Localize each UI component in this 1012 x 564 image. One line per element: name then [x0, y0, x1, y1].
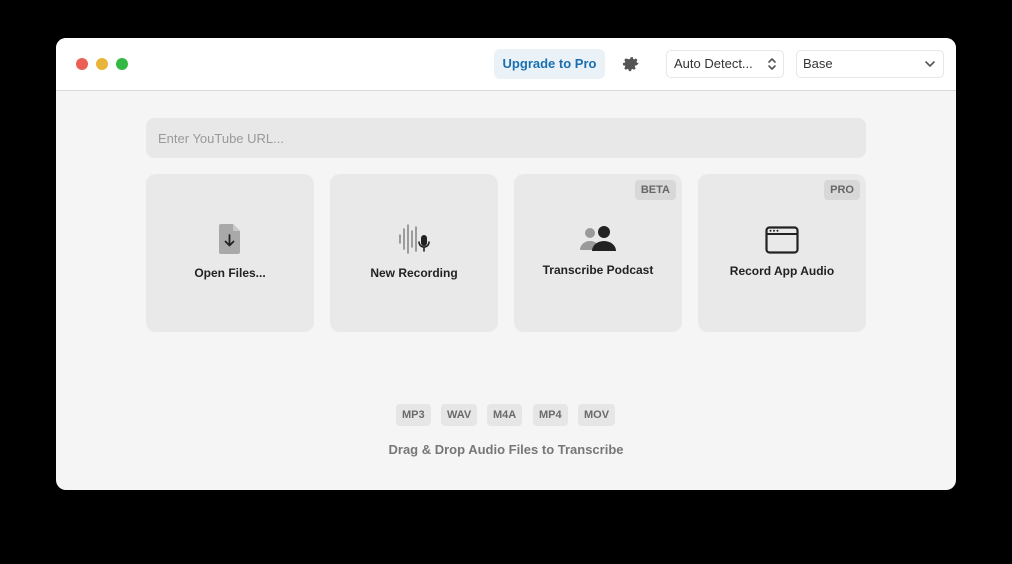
- record-app-audio-button[interactable]: PRO Record App Audio: [698, 174, 866, 332]
- app-window: Upgrade to Pro Auto Detect... Base Open …: [56, 38, 956, 490]
- language-select[interactable]: Auto Detect...: [666, 50, 784, 78]
- drop-zone-hint: Drag & Drop Audio Files to Transcribe: [388, 442, 624, 457]
- people-icon: [580, 226, 616, 251]
- format-badge: MOV: [578, 404, 616, 426]
- format-badge: MP3: [396, 404, 431, 426]
- upgrade-to-pro-button[interactable]: Upgrade to Pro: [494, 49, 605, 79]
- waveform-microphone-icon: [399, 224, 430, 254]
- format-badge: WAV: [441, 404, 478, 426]
- document-download-icon: [219, 224, 240, 254]
- title-bar: Upgrade to Pro Auto Detect... Base: [56, 38, 956, 91]
- zoom-window-button[interactable]: [116, 58, 128, 70]
- format-badge: MP4: [533, 404, 568, 426]
- model-value: Base: [803, 56, 833, 71]
- new-recording-button[interactable]: New Recording: [330, 174, 498, 332]
- beta-badge: BETA: [634, 180, 676, 200]
- record-app-audio-label: Record App Audio: [729, 264, 835, 278]
- open-files-label: Open Files...: [194, 266, 266, 280]
- transcribe-podcast-button[interactable]: BETA Transcribe Podcast: [514, 174, 682, 332]
- open-files-button[interactable]: Open Files...: [146, 174, 314, 332]
- youtube-url-input[interactable]: [146, 118, 866, 158]
- format-badge: M4A: [487, 404, 523, 426]
- model-select[interactable]: Base: [796, 50, 944, 78]
- gear-icon[interactable]: [620, 53, 641, 74]
- transcribe-podcast-label: Transcribe Podcast: [542, 263, 654, 277]
- close-window-button[interactable]: [76, 58, 88, 70]
- minimize-window-button[interactable]: [96, 58, 108, 70]
- pro-badge: PRO: [824, 180, 860, 200]
- language-value: Auto Detect...: [674, 56, 753, 71]
- supported-formats: MP3 WAV M4A MP4 MOV: [56, 404, 956, 426]
- app-window-icon: [765, 226, 799, 254]
- new-recording-label: New Recording: [370, 266, 458, 280]
- chevron-down-icon: [925, 61, 935, 67]
- up-down-chevron-icon: [768, 58, 776, 70]
